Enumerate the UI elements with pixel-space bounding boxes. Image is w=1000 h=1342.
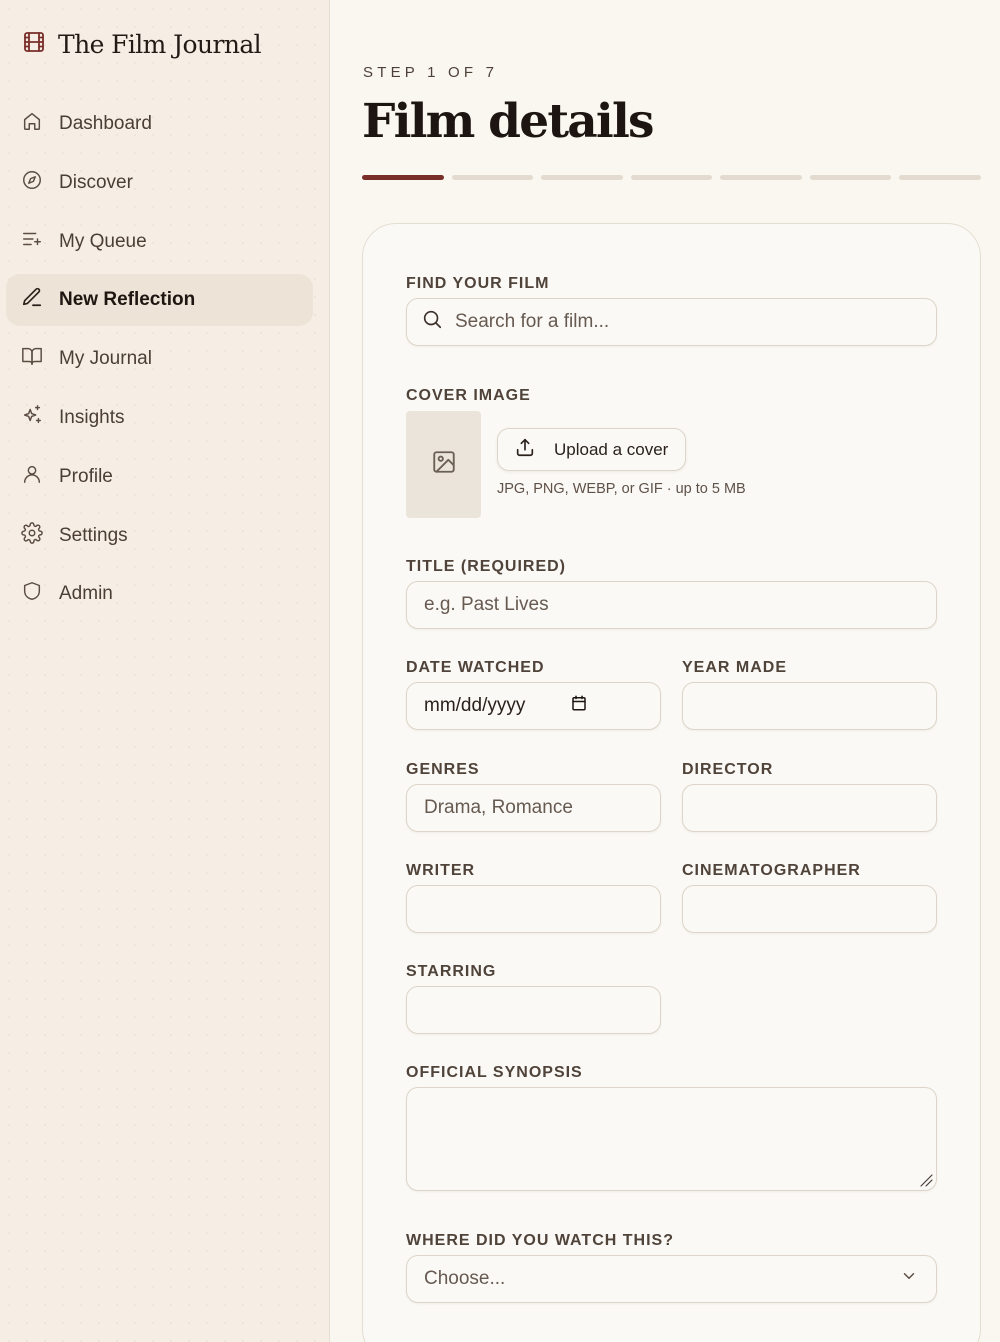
writer-input[interactable] bbox=[406, 885, 661, 933]
sidebar-item-label: Insights bbox=[59, 406, 125, 428]
progress-segment bbox=[630, 175, 713, 180]
search-placeholder: Search for a film... bbox=[455, 311, 610, 332]
date-watched-label: DATE WATCHED bbox=[406, 659, 545, 676]
title-placeholder: e.g. Past Lives bbox=[424, 594, 549, 615]
calendar-icon[interactable] bbox=[570, 694, 588, 718]
sidebar-item-insights[interactable]: Insights bbox=[6, 392, 313, 444]
step-progress bbox=[362, 175, 982, 180]
sparkles-icon bbox=[21, 404, 43, 432]
progress-segment bbox=[451, 175, 534, 180]
starring-input[interactable] bbox=[406, 986, 661, 1034]
chevron-down-icon bbox=[900, 1267, 918, 1291]
sidebar-item-discover[interactable]: Discover bbox=[6, 157, 313, 209]
title-label: TITLE (REQUIRED) bbox=[406, 558, 566, 575]
gear-icon bbox=[21, 521, 43, 550]
user-icon bbox=[21, 463, 43, 491]
brand[interactable]: The Film Journal bbox=[22, 28, 262, 60]
director-input[interactable] bbox=[682, 784, 937, 832]
upload-icon bbox=[514, 436, 536, 463]
progress-segment bbox=[809, 175, 892, 180]
cover-image-preview bbox=[406, 411, 481, 518]
home-icon bbox=[21, 110, 43, 138]
page-title: Film details bbox=[362, 94, 654, 149]
sidebar-item-new-reflection[interactable]: New Reflection bbox=[6, 274, 313, 327]
sidebar-item-dashboard[interactable]: Dashboard bbox=[6, 98, 313, 150]
app-title: The Film Journal bbox=[58, 29, 262, 59]
sidebar-item-admin[interactable]: Admin bbox=[6, 568, 313, 620]
date-placeholder: mm/dd/yyyy bbox=[424, 695, 526, 716]
genres-input[interactable]: Drama, Romance bbox=[406, 784, 661, 832]
shield-icon bbox=[21, 580, 43, 608]
cinematographer-input[interactable] bbox=[682, 885, 937, 933]
sidebar-item-label: Admin bbox=[59, 583, 113, 605]
year-made-label: YEAR MADE bbox=[682, 659, 788, 676]
sidebar-item-label: Discover bbox=[59, 171, 133, 193]
progress-segment bbox=[720, 175, 802, 180]
sidebar-item-label: New Reflection bbox=[59, 289, 196, 311]
sidebar-item-label: My Queue bbox=[59, 230, 147, 252]
title-input[interactable]: e.g. Past Lives bbox=[406, 581, 937, 629]
sidebar-nav: Dashboard Discover My Queue New Reflecti… bbox=[6, 98, 313, 627]
date-watched-input[interactable]: mm/dd/yyyy bbox=[406, 682, 661, 730]
list-plus-icon bbox=[21, 228, 43, 256]
sidebar-item-my-journal[interactable]: My Journal bbox=[6, 333, 313, 385]
image-icon bbox=[431, 449, 457, 480]
synopsis-textarea[interactable] bbox=[406, 1087, 937, 1191]
film-search-input[interactable]: Search for a film... bbox=[406, 298, 937, 346]
step-indicator: STEP 1 OF 7 bbox=[363, 64, 499, 81]
sidebar-item-label: Profile bbox=[59, 465, 113, 487]
progress-segment bbox=[899, 175, 982, 180]
genres-label: GENRES bbox=[406, 761, 480, 778]
starring-label: STARRING bbox=[406, 963, 497, 980]
sidebar-item-profile[interactable]: Profile bbox=[6, 451, 313, 503]
genres-placeholder: Drama, Romance bbox=[424, 797, 573, 818]
compass-icon bbox=[21, 169, 43, 197]
book-open-icon bbox=[21, 345, 43, 373]
sidebar-item-my-queue[interactable]: My Queue bbox=[6, 216, 313, 268]
progress-segment bbox=[541, 175, 623, 180]
search-icon bbox=[421, 308, 443, 336]
sidebar: The Film Journal Dashboard Discover My Q… bbox=[0, 0, 330, 1342]
where-watched-label: WHERE DID YOU WATCH THIS? bbox=[406, 1232, 674, 1249]
year-made-input[interactable] bbox=[682, 682, 937, 730]
film-details-card: FIND YOUR FILM Search for a film... COVE… bbox=[362, 223, 981, 1342]
resize-handle-icon[interactable] bbox=[918, 1172, 934, 1188]
cover-format-hint: JPG, PNG, WEBP, or GIF · up to 5 MB bbox=[497, 481, 746, 497]
sidebar-item-label: Dashboard bbox=[59, 113, 152, 134]
progress-segment bbox=[362, 175, 444, 180]
synopsis-label: OFFICIAL SYNOPSIS bbox=[406, 1064, 583, 1081]
upload-cover-button[interactable]: Upload a cover bbox=[497, 428, 686, 471]
film-icon bbox=[22, 30, 46, 59]
where-watched-value: Choose... bbox=[424, 1268, 506, 1289]
find-film-label: FIND YOUR FILM bbox=[406, 275, 550, 292]
sidebar-item-settings[interactable]: Settings bbox=[6, 510, 313, 562]
writer-label: WRITER bbox=[406, 862, 476, 879]
sidebar-item-label: Settings bbox=[59, 524, 128, 546]
sidebar-item-label: My Journal bbox=[59, 348, 152, 370]
pen-icon bbox=[21, 286, 43, 314]
where-watched-select[interactable]: Choose... bbox=[406, 1255, 937, 1303]
director-label: DIRECTOR bbox=[682, 761, 774, 778]
cinematographer-label: CINEMATOGRAPHER bbox=[682, 862, 861, 879]
cover-image-label: COVER IMAGE bbox=[406, 387, 531, 404]
upload-cover-label: Upload a cover bbox=[554, 439, 669, 459]
